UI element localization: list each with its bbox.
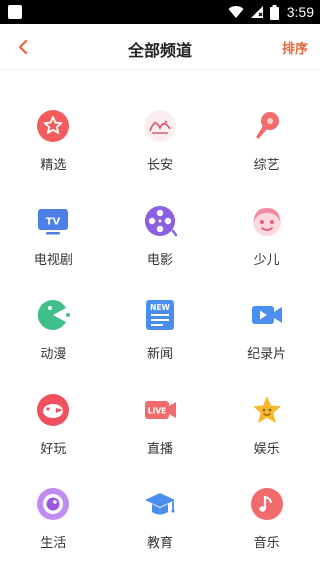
channel-label: 综艺 bbox=[253, 158, 280, 173]
channel-label: 直播 bbox=[146, 441, 173, 457]
channel-item-haowan[interactable]: 好玩 bbox=[0, 372, 107, 467]
header: 全部频道 排序 bbox=[0, 24, 320, 70]
signal-icon bbox=[250, 6, 263, 18]
status-icons: 3:59 bbox=[228, 0, 314, 24]
channel-item-jiaoyu[interactable]: 教育 bbox=[107, 466, 214, 561]
page-title: 全部频道 bbox=[127, 41, 192, 60]
channel-label: 娱乐 bbox=[253, 441, 280, 457]
channel-label: 教育 bbox=[146, 536, 173, 551]
pacman-icon bbox=[33, 295, 73, 335]
tv-icon: TV bbox=[33, 201, 73, 241]
graduation-cap-icon bbox=[140, 484, 180, 524]
newspaper-icon: NEW bbox=[140, 295, 180, 335]
status-time: 3:59 bbox=[286, 4, 314, 20]
channel-item-zhibo[interactable]: LIVE 直播 bbox=[107, 372, 214, 467]
channel-item-jilupian[interactable]: 纪录片 bbox=[213, 277, 320, 372]
video-camera-icon bbox=[247, 295, 287, 335]
channel-label: 好玩 bbox=[40, 441, 67, 457]
film-reel-icon bbox=[140, 201, 180, 241]
bird-icon bbox=[33, 390, 73, 430]
channel-item-zongyi[interactable]: 综艺 bbox=[213, 88, 320, 183]
channel-item-dongman[interactable]: 动漫 bbox=[0, 277, 107, 372]
status-bar: 3:59 bbox=[0, 0, 320, 24]
channel-label: 电视剧 bbox=[33, 252, 73, 268]
channel-item-dianshiju[interactable]: TV 电视剧 bbox=[0, 183, 107, 278]
channel-label: 精选 bbox=[40, 158, 67, 173]
channel-grid: 精选 长安 综艺 TV 电视剧 电影 少儿 动漫 NEW 新闻 纪录片 好玩 L… bbox=[0, 88, 320, 561]
channel-label: 新闻 bbox=[146, 347, 173, 362]
microphone-icon bbox=[247, 106, 287, 146]
channel-label: 长安 bbox=[146, 158, 173, 173]
svg-text:LIVE: LIVE bbox=[148, 406, 167, 415]
channel-item-yinyue[interactable]: 音乐 bbox=[213, 466, 320, 561]
channel-label: 生活 bbox=[40, 536, 67, 551]
notification-icon bbox=[8, 5, 22, 19]
channel-item-shaoer[interactable]: 少儿 bbox=[213, 183, 320, 278]
channel-item-dianying[interactable]: 电影 bbox=[107, 183, 214, 278]
smiling-star-icon bbox=[247, 390, 287, 430]
channel-item-xinwen[interactable]: NEW 新闻 bbox=[107, 277, 214, 372]
battery-icon bbox=[269, 4, 279, 20]
channel-label: 纪录片 bbox=[247, 347, 287, 362]
eye-icon bbox=[33, 484, 73, 524]
channel-label: 电影 bbox=[146, 252, 173, 268]
channel-label: 动漫 bbox=[40, 347, 67, 362]
channel-item-jingxuan[interactable]: 精选 bbox=[0, 88, 107, 183]
live-camera-icon: LIVE bbox=[140, 390, 180, 430]
svg-text:TV: TV bbox=[46, 216, 61, 227]
channel-item-yule[interactable]: 娱乐 bbox=[213, 372, 320, 467]
sort-button[interactable]: 排序 bbox=[282, 38, 308, 57]
channel-label: 音乐 bbox=[253, 536, 280, 551]
star-badge-icon bbox=[33, 106, 73, 146]
changan-logo-icon bbox=[140, 106, 180, 146]
channel-item-shenghuo[interactable]: 生活 bbox=[0, 466, 107, 561]
channel-label: 少儿 bbox=[253, 252, 280, 268]
wifi-icon bbox=[228, 6, 244, 19]
music-note-icon bbox=[247, 484, 287, 524]
svg-text:NEW: NEW bbox=[150, 303, 170, 312]
channel-item-changan[interactable]: 长安 bbox=[107, 88, 214, 183]
kid-face-icon bbox=[247, 201, 287, 241]
